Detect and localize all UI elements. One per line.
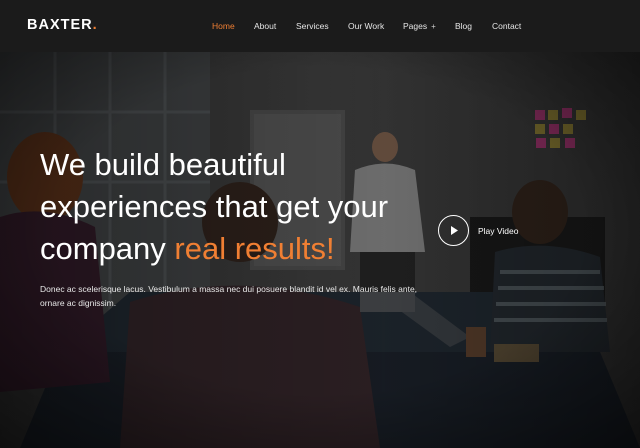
hero-title-line-3: company	[40, 231, 175, 266]
nav-item-services[interactable]: Services	[296, 21, 329, 31]
nav-item-pages-label: Pages	[403, 21, 428, 31]
play-video-label[interactable]: Play Video	[478, 226, 518, 236]
hero-title-line-1: We build beautiful	[40, 147, 286, 182]
play-circle[interactable]	[438, 215, 469, 246]
hero-title-line-2: experiences that get your	[40, 189, 389, 224]
plus-icon: +	[431, 22, 436, 31]
hero-title-accent: real results!	[174, 231, 335, 266]
play-video-button[interactable]: Play Video	[438, 215, 518, 246]
nav-item-our-work[interactable]: Our Work	[348, 21, 384, 31]
nav-item-about[interactable]: About	[254, 21, 276, 31]
nav-item-blog[interactable]: Blog	[455, 21, 472, 31]
nav-item-contact[interactable]: Contact	[492, 21, 521, 31]
nav-item-home[interactable]: Home	[212, 21, 235, 31]
hero-section: We build beautiful experiences that get …	[0, 52, 640, 448]
hero-description: Donec ac scelerisque lacus. Vestibulum a…	[40, 284, 418, 308]
main-nav: Home About Services Our Work Pages + Blog…	[0, 0, 640, 52]
play-icon	[450, 226, 458, 235]
hero-title: We build beautiful experiences that get …	[40, 144, 460, 270]
site-header: BAXTER. Home About Services Our Work Pag…	[0, 0, 640, 52]
nav-item-pages[interactable]: Pages +	[403, 21, 436, 31]
